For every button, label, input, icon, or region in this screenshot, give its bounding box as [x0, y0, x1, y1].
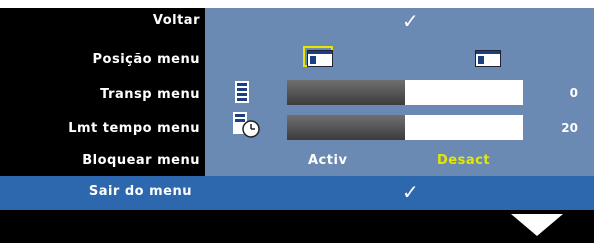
- transparency-slider[interactable]: [287, 80, 523, 105]
- menu-transparency-label[interactable]: Transp menu: [100, 87, 200, 102]
- settings-panel: ✓ 0 20 Activ Desact: [205, 8, 594, 176]
- lock-off-option[interactable]: Desact: [437, 153, 490, 168]
- transparency-value: 0: [569, 86, 578, 100]
- menu-position-left-icon[interactable]: [307, 50, 333, 67]
- timeout-slider-rest: [405, 115, 523, 140]
- lock-on-option[interactable]: Activ: [308, 153, 347, 168]
- back-check-icon[interactable]: ✓: [402, 11, 419, 31]
- menu-position-right-icon[interactable]: [475, 50, 501, 67]
- transparency-icon: [235, 81, 249, 103]
- timeout-slider[interactable]: [287, 115, 523, 140]
- timer-icon: [233, 112, 260, 138]
- exit-check-icon[interactable]: ✓: [402, 182, 419, 202]
- down-arrow-icon[interactable]: [511, 214, 563, 236]
- menu-labels-column: Voltar Posição menu Transp menu Lmt temp…: [0, 8, 200, 176]
- timeout-value: 20: [561, 121, 578, 135]
- exit-menu-label[interactable]: Sair do menu: [89, 184, 192, 199]
- transparency-slider-rest: [405, 80, 523, 105]
- menu-timeout-label[interactable]: Lmt tempo menu: [68, 121, 200, 136]
- back-label[interactable]: Voltar: [153, 13, 200, 28]
- menu-position-label[interactable]: Posição menu: [93, 52, 200, 67]
- menu-lock-label[interactable]: Bloquear menu: [82, 153, 200, 168]
- exit-menu-row[interactable]: Sair do menu ✓: [0, 176, 594, 210]
- top-caption-fragment: [0, 0, 594, 8]
- osd-menu: Voltar Posição menu Transp menu Lmt temp…: [0, 8, 594, 243]
